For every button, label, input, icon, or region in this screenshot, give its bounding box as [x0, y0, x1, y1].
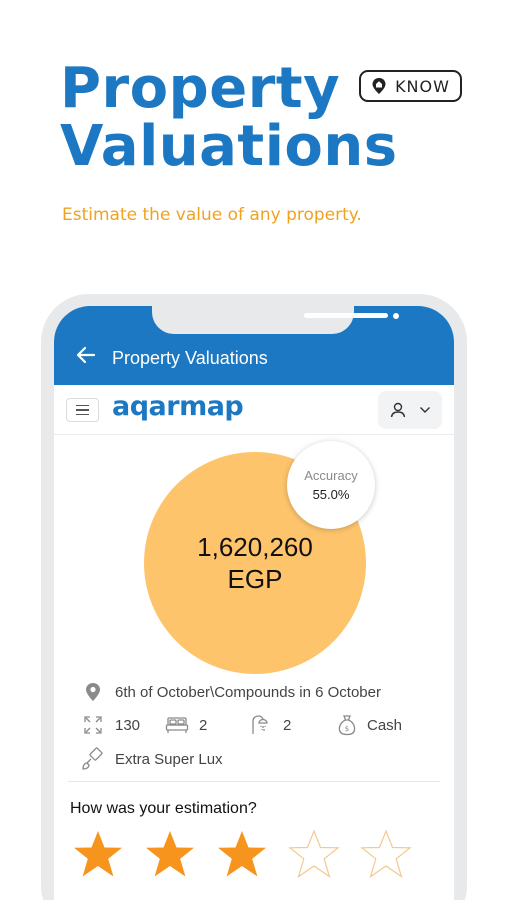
- bedrooms-value: 2: [199, 716, 208, 734]
- rating-question: How was your estimation?: [70, 800, 257, 817]
- accuracy-value: 55.0%: [312, 487, 350, 502]
- bathrooms-value: 2: [283, 716, 292, 734]
- divider: [68, 781, 440, 782]
- finishing-value: Extra Super Lux: [115, 750, 223, 768]
- area-value: 130: [115, 716, 141, 734]
- user-menu-button[interactable]: [378, 391, 442, 429]
- star-filled-icon[interactable]: [216, 828, 268, 880]
- area-expand-icon: [81, 713, 105, 737]
- star-filled-icon[interactable]: [144, 828, 196, 880]
- valuation-amount: 1,620,260: [197, 532, 313, 562]
- shower-icon: [249, 713, 273, 737]
- star-shape: [74, 831, 122, 877]
- map-pin-icon: [372, 78, 386, 94]
- know-label: KNOW: [395, 76, 450, 96]
- know-badge: KNOW: [359, 70, 462, 102]
- finishing-row: Extra Super Lux: [81, 747, 223, 771]
- user-icon: [390, 402, 406, 418]
- arrow-left-icon[interactable]: [76, 346, 96, 364]
- money-bag-icon: $: [335, 713, 359, 737]
- site-header: aqarmap: [54, 385, 454, 435]
- page-title: Property Valuations: [60, 60, 398, 176]
- star-shape: [146, 831, 194, 877]
- title-line-2: Valuations: [60, 114, 398, 179]
- location-text: 6th of October\Compounds in 6 October: [115, 683, 381, 701]
- aqarmap-logo[interactable]: aqarmap: [112, 391, 244, 422]
- paint-brush-icon: [81, 747, 105, 771]
- accuracy-label: Accuracy: [304, 468, 358, 483]
- star-shape: [360, 829, 412, 878]
- bed-icon: [165, 713, 189, 737]
- speaker-bar: [304, 313, 388, 318]
- app-bar: Property Valuations: [54, 306, 454, 385]
- subtitle: Estimate the value of any property.: [62, 205, 362, 225]
- appbar-title: Property Valuations: [112, 348, 268, 368]
- star-shape: [218, 831, 266, 877]
- menu-line: [76, 413, 89, 416]
- phone-screen: Property Valuations aqarmap 1,620,260 EG…: [54, 306, 454, 900]
- star-shape: [288, 829, 340, 878]
- menu-line: [76, 409, 89, 411]
- title-line-1: Property: [60, 56, 341, 121]
- star-rating[interactable]: [72, 828, 412, 880]
- location-row: 6th of October\Compounds in 6 October: [81, 680, 381, 704]
- star-filled-icon[interactable]: [72, 828, 124, 880]
- valuation-currency: EGP: [227, 564, 283, 594]
- features-row: 130 2 2 $ Cash: [81, 713, 402, 737]
- menu-line: [76, 404, 89, 407]
- phone-notch: [152, 306, 399, 334]
- payment-value: Cash: [367, 716, 403, 734]
- hamburger-menu-button[interactable]: [66, 398, 99, 422]
- star-empty-icon[interactable]: [288, 828, 340, 880]
- camera-dot: [393, 313, 399, 319]
- location-pin-icon: [81, 680, 105, 704]
- chevron-down-icon: [420, 407, 430, 413]
- star-empty-icon[interactable]: [360, 828, 412, 880]
- accuracy-badge: Accuracy 55.0%: [287, 441, 375, 529]
- svg-text:$: $: [345, 725, 349, 733]
